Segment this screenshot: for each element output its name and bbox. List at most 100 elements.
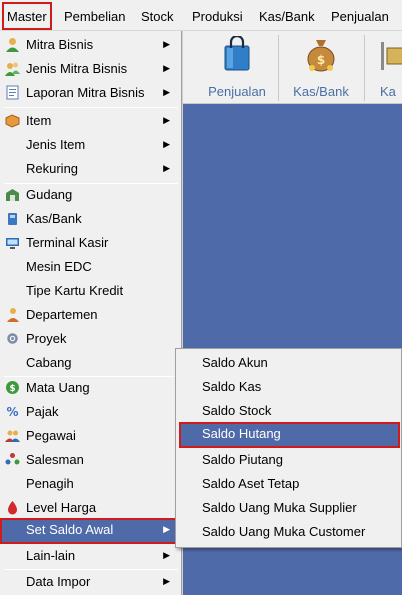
menu-item-label: Lain-lain [26,548,76,563]
report-icon [6,85,19,100]
menu-item-label: Penagih [26,476,74,491]
menu-item-departemen[interactable]: Departemen [0,303,180,327]
set-saldo-awal-submenu: Saldo Akun Saldo Kas Saldo Stock Saldo H… [175,348,402,548]
submenu-item-saldo-hutang[interactable]: Saldo Hutang [179,422,400,448]
menu-item-kas-bank[interactable]: Kas/Bank [0,207,180,231]
submenu-item-label: Saldo Aset Tetap [202,476,300,491]
menu-item-set-saldo-awal[interactable]: Set Saldo Awal ▶ [0,518,180,544]
menu-item-jenis-mitra-bisnis[interactable]: Jenis Mitra Bisnis ▶ [0,57,180,81]
svg-text:%: % [6,405,18,419]
master-dropdown-menu: Mitra Bisnis ▶ Jenis Mitra Bisnis ▶ Lapo… [0,31,182,595]
menu-bar: Master Pembelian Stock Produksi Kas/Bank… [0,0,402,31]
menu-item-label: Pajak [26,404,59,419]
menu-item-label: Pegawai [26,428,76,443]
submenu-arrow-icon: ▶ [163,576,170,586]
submenu-arrow-icon: ▶ [163,115,170,125]
submenu-arrow-icon: ▶ [163,524,170,534]
submenu-arrow-icon: ▶ [163,163,170,173]
menu-item-cabang[interactable]: Cabang [0,351,180,375]
menu-item-label: Item [26,113,52,128]
menu-master[interactable]: Master [2,2,52,30]
currency-icon: $ [6,381,19,394]
menu-item-tipe-kartu-kredit[interactable]: Tipe Kartu Kredit [0,279,180,303]
cart-icon [381,42,402,70]
submenu-item-saldo-akun[interactable]: Saldo Akun [178,351,400,375]
menu-item-label: Departemen [26,307,98,322]
menu-item-label: Kas/Bank [26,211,82,226]
menu-produksi[interactable]: Produksi [192,8,243,25]
submenu-item-saldo-aset-tetap[interactable]: Saldo Aset Tetap [178,472,400,496]
person-icon [6,38,19,52]
money-bag-icon: $ [307,40,335,72]
svg-text:$: $ [317,53,325,67]
menu-item-label: Jenis Item [26,137,86,152]
submenu-arrow-icon: ▶ [163,63,170,73]
menu-item-level-harga[interactable]: Level Harga [0,496,180,520]
menu-item-penagih[interactable]: Penagih [0,472,180,496]
submenu-arrow-icon: ▶ [163,87,170,97]
salesman-icon [5,453,20,465]
menu-item-mata-uang[interactable]: $ Mata Uang [0,376,180,400]
menu-item-data-impor[interactable]: Data Impor ▶ [0,570,180,594]
menu-item-rekuring[interactable]: Rekuring ▶ [0,157,180,181]
toolbar: Penjualan $ Kas/Bank Ka [182,31,402,104]
menu-item-mesin-edc[interactable]: Mesin EDC [0,255,180,279]
terminal-icon [6,238,19,249]
menu-separator [4,107,178,108]
submenu-item-label: Saldo Piutang [202,452,283,467]
toolbar-ka-label: Ka [380,84,396,99]
submenu-item-saldo-uang-muka-customer[interactable]: Saldo Uang Muka Customer [178,520,400,544]
toolbar-kas-bank-button[interactable]: $ Kas/Bank [283,31,359,104]
menu-item-label: Set Saldo Awal [26,522,114,537]
submenu-item-saldo-kas[interactable]: Saldo Kas [178,375,400,399]
project-icon [7,333,18,344]
menu-item-proyek[interactable]: Proyek [0,327,180,351]
toolbar-separator [364,35,365,101]
people-icon [5,62,20,76]
toolbar-penjualan-button[interactable]: Penjualan [202,31,272,104]
submenu-arrow-icon: ▶ [163,39,170,49]
submenu-item-saldo-uang-muka-supplier[interactable]: Saldo Uang Muka Supplier [178,496,400,520]
department-icon [7,308,19,322]
menu-pembelian[interactable]: Pembelian [64,8,125,25]
price-level-icon [8,501,17,515]
menu-item-jenis-item[interactable]: Jenis Item ▶ [0,133,180,157]
toolbar-ka-button[interactable]: Ka [370,31,402,104]
menu-item-pegawai[interactable]: Pegawai [0,424,180,448]
menu-item-label: Mesin EDC [26,259,92,274]
menu-item-gudang[interactable]: Gudang [0,183,180,207]
menu-item-label: Laporan Mitra Bisnis [26,85,145,100]
menu-item-label: Cabang [26,355,72,370]
menu-item-label: Mitra Bisnis [26,37,94,52]
menu-item-mitra-bisnis[interactable]: Mitra Bisnis ▶ [0,33,180,57]
menu-penjualan[interactable]: Penjualan [331,8,389,25]
menu-item-pajak[interactable]: % Pajak [0,400,180,424]
menu-item-label: Tipe Kartu Kredit [26,283,124,298]
toolbar-kas-bank-label: Kas/Bank [293,84,349,99]
submenu-item-label: Saldo Uang Muka Supplier [202,500,357,515]
warehouse-icon [6,189,19,201]
menu-stock[interactable]: Stock [141,8,174,25]
shopping-bag-icon [224,36,250,71]
menu-kas-bank[interactable]: Kas/Bank [259,8,315,25]
submenu-item-saldo-stock[interactable]: Saldo Stock [178,399,400,423]
menu-item-lain-lain[interactable]: Lain-lain ▶ [0,544,180,568]
menu-item-salesman[interactable]: Salesman [0,448,180,472]
menu-item-label: Gudang [26,187,73,202]
tax-icon: % [6,405,18,419]
menu-item-terminal-kasir[interactable]: Terminal Kasir [0,231,180,255]
cash-icon [8,213,17,225]
menu-item-label: Rekuring [26,161,79,176]
menu-item-label: Jenis Mitra Bisnis [26,61,128,76]
submenu-arrow-icon: ▶ [163,550,170,560]
menu-item-label: Mata Uang [26,380,90,395]
svg-text:$: $ [9,384,15,394]
menu-item-laporan-mitra-bisnis[interactable]: Laporan Mitra Bisnis ▶ [0,81,180,105]
employee-icon [5,430,20,442]
menu-item-item[interactable]: Item ▶ [0,109,180,133]
item-icon [5,114,20,128]
menu-item-label: Terminal Kasir [26,235,109,250]
submenu-item-label: Saldo Kas [202,379,262,394]
menu-item-label: Proyek [26,331,67,346]
submenu-item-saldo-piutang[interactable]: Saldo Piutang [178,448,400,472]
